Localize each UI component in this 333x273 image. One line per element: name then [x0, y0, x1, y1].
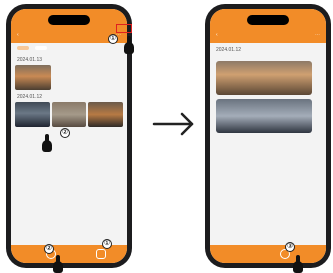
step-badge: ① [108, 34, 118, 44]
media-thumb[interactable] [51, 102, 87, 127]
delete-icon[interactable] [96, 249, 106, 259]
phone-left: ‹ ⋯ 2024.01.13 2024.01.12 ① ② ② ① [6, 4, 134, 273]
arrow-right-icon [152, 112, 194, 136]
tab-videos[interactable] [35, 46, 47, 50]
back-icon[interactable]: ‹ [17, 32, 19, 38]
date-label: 2024.01.12 [17, 94, 43, 100]
bottom-bar [210, 245, 326, 263]
thumb-row [11, 102, 127, 127]
tabs [11, 43, 127, 53]
highlight-box [116, 24, 132, 33]
back-icon[interactable]: ‹ [216, 32, 218, 38]
media-thumb[interactable] [15, 102, 50, 127]
tap-hand-icon [293, 255, 303, 273]
step-badge: ③ [285, 242, 295, 252]
gallery-content: 2024.01.13 2024.01.12 [11, 43, 127, 245]
phone-right: ‹ ⋯ 2024.01.12 ③ [205, 4, 331, 273]
step-badge: ② [44, 244, 54, 254]
notch [247, 15, 289, 25]
tap-hand-icon [124, 36, 134, 54]
date-label: 2024.01.12 [216, 47, 242, 53]
tap-hand-icon [42, 134, 52, 152]
top-bar: ‹ ⋯ [210, 9, 326, 43]
navbar: ‹ ⋯ [210, 27, 326, 43]
tap-hand-icon [53, 255, 63, 273]
thumb-row [11, 65, 127, 90]
step-badge: ① [102, 239, 112, 249]
media-thumb[interactable] [88, 102, 124, 127]
date-label: 2024.01.13 [17, 57, 43, 63]
tab-photos[interactable] [17, 46, 29, 50]
gallery-content: 2024.01.12 [210, 43, 326, 245]
media-preview[interactable] [216, 61, 312, 95]
step-badge: ② [60, 128, 70, 138]
media-thumb[interactable] [15, 65, 51, 90]
notch [48, 15, 90, 25]
menu-icon[interactable]: ⋯ [315, 32, 320, 38]
phone-right-screen: ‹ ⋯ 2024.01.12 [210, 9, 326, 263]
media-preview[interactable] [216, 99, 312, 133]
